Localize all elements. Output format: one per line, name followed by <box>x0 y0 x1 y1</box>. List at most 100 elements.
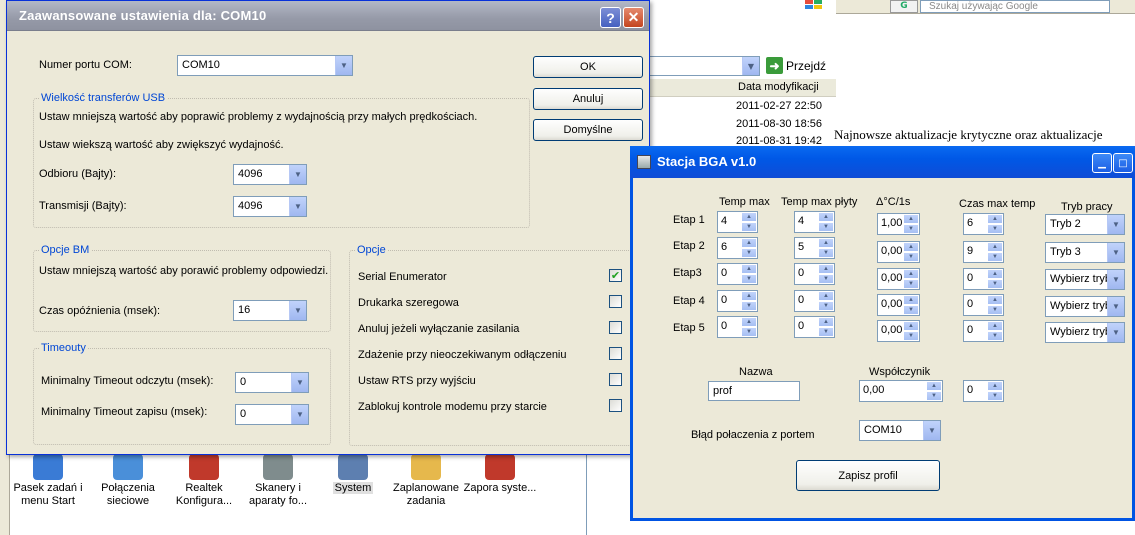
coef-spinner[interactable]: 0,00 ▲ ▼ <box>859 380 943 402</box>
spin-up-icon[interactable]: ▲ <box>987 269 1003 279</box>
rate-spinner[interactable]: 0,00 ▲ ▼ <box>877 268 920 290</box>
rate-spinner[interactable]: 1,00 ▲ ▼ <box>877 213 920 235</box>
spin-down-icon[interactable]: ▼ <box>987 252 1003 262</box>
spin-up-icon[interactable]: ▲ <box>741 317 757 327</box>
spin-up-icon[interactable]: ▲ <box>818 291 834 301</box>
cancel-button[interactable]: Anuluj <box>533 88 643 110</box>
chevron-down-icon[interactable]: ▼ <box>1107 215 1124 234</box>
minimize-icon[interactable]: ▁ <box>1092 153 1112 173</box>
chevron-down-icon[interactable]: ▼ <box>1107 270 1124 289</box>
cp-item-taskbar[interactable]: Pasek zadań i menu Start <box>10 448 86 508</box>
spin-down-icon[interactable]: ▼ <box>818 248 834 258</box>
spin-up-icon[interactable]: ▲ <box>818 238 834 248</box>
dialog-titlebar[interactable]: Zaawansowane ustawienia dla: COM10 ? ✕ <box>7 1 649 31</box>
spin-up-icon[interactable]: ▲ <box>903 269 919 279</box>
spin-down-icon[interactable]: ▼ <box>818 274 834 284</box>
spin-up-icon[interactable]: ▲ <box>987 295 1003 305</box>
save-profile-button[interactable]: Zapisz profil <box>796 460 940 491</box>
spin-down-icon[interactable]: ▼ <box>903 252 919 262</box>
spin-down-icon[interactable]: ▼ <box>987 391 1003 401</box>
write-timeout-select[interactable]: 0 ▼ <box>235 404 309 425</box>
tx-size-select[interactable]: 4096 ▼ <box>233 196 307 217</box>
cp-item-network[interactable]: Połączenia sieciowe <box>90 448 166 508</box>
temp-max-spinner[interactable]: 4 ▲ ▼ <box>717 211 758 233</box>
temp-plyty-spinner[interactable]: 5 ▲ ▼ <box>794 237 835 259</box>
temp-max-spinner[interactable]: 0 ▲ ▼ <box>717 290 758 312</box>
tryb-select[interactable]: Wybierz tryb ▼ <box>1045 296 1125 317</box>
rate-spinner[interactable]: 0,00 ▲ ▼ <box>877 320 920 342</box>
spin-up-icon[interactable]: ▲ <box>741 212 757 222</box>
option-serial-printer-checkbox[interactable] <box>609 295 622 308</box>
spin-up-icon[interactable]: ▲ <box>987 242 1003 252</box>
spin-down-icon[interactable]: ▼ <box>987 224 1003 234</box>
spin-down-icon[interactable]: ▼ <box>987 279 1003 289</box>
extra-spinner[interactable]: 0 ▲ ▼ <box>963 380 1004 402</box>
close-icon[interactable]: ✕ <box>623 7 644 28</box>
spin-up-icon[interactable]: ▲ <box>926 381 942 391</box>
profile-name-input[interactable]: prof <box>708 381 800 401</box>
spin-up-icon[interactable]: ▲ <box>987 214 1003 224</box>
chevron-down-icon[interactable]: ▼ <box>1107 297 1124 316</box>
temp-plyty-spinner[interactable]: 0 ▲ ▼ <box>794 263 835 285</box>
option-disable-modem-checkbox[interactable] <box>609 399 622 412</box>
port-select[interactable]: COM10 ▼ <box>177 55 353 76</box>
temp-max-spinner[interactable]: 6 ▲ ▼ <box>717 237 758 259</box>
spin-down-icon[interactable]: ▼ <box>926 391 942 401</box>
maximize-icon[interactable]: □ <box>1113 153 1133 173</box>
google-search-input[interactable]: Szukaj używając Google <box>920 0 1110 13</box>
spin-up-icon[interactable]: ▲ <box>741 238 757 248</box>
spin-up-icon[interactable]: ▲ <box>741 291 757 301</box>
go-button[interactable]: ➜ Przejdź <box>766 57 826 74</box>
chevron-down-icon[interactable]: ▼ <box>291 405 308 424</box>
chevron-down-icon[interactable]: ▼ <box>291 373 308 392</box>
option-cancel-power-off-checkbox[interactable] <box>609 321 622 334</box>
chevron-down-icon[interactable]: ▼ <box>1107 323 1124 342</box>
bga-port-select[interactable]: COM10 ▼ <box>859 420 941 441</box>
spin-down-icon[interactable]: ▼ <box>741 248 757 258</box>
spin-down-icon[interactable]: ▼ <box>741 274 757 284</box>
spin-up-icon[interactable]: ▲ <box>818 317 834 327</box>
rate-spinner[interactable]: 0,00 ▲ ▼ <box>877 294 920 316</box>
spin-down-icon[interactable]: ▼ <box>741 327 757 337</box>
spin-up-icon[interactable]: ▲ <box>741 264 757 274</box>
option-surprise-removal-checkbox[interactable] <box>609 347 622 360</box>
spin-down-icon[interactable]: ▼ <box>818 327 834 337</box>
chevron-down-icon[interactable]: ▼ <box>289 165 306 184</box>
option-set-rts-checkbox[interactable] <box>609 373 622 386</box>
chevron-down-icon[interactable]: ▼ <box>1107 243 1124 262</box>
spin-down-icon[interactable]: ▼ <box>903 224 919 234</box>
column-header-date[interactable]: Data modyfikacji <box>646 79 836 97</box>
temp-max-spinner[interactable]: 0 ▲ ▼ <box>717 316 758 338</box>
spin-up-icon[interactable]: ▲ <box>818 212 834 222</box>
spin-down-icon[interactable]: ▼ <box>987 331 1003 341</box>
czas-spinner[interactable]: 6 ▲ ▼ <box>963 213 1004 235</box>
temp-max-spinner[interactable]: 0 ▲ ▼ <box>717 263 758 285</box>
spin-up-icon[interactable]: ▲ <box>903 295 919 305</box>
rx-size-select[interactable]: 4096 ▼ <box>233 164 307 185</box>
temp-plyty-spinner[interactable]: 0 ▲ ▼ <box>794 290 835 312</box>
chevron-down-icon[interactable]: ▼ <box>742 57 759 75</box>
temp-plyty-spinner[interactable]: 0 ▲ ▼ <box>794 316 835 338</box>
cp-item-scheduled-tasks[interactable]: Zaplanowane zadania <box>388 448 464 508</box>
bga-titlebar[interactable]: Stacja BGA v1.0 ▁ □ <box>630 146 1135 178</box>
defaults-button[interactable]: Domyślne <box>533 119 643 141</box>
spin-down-icon[interactable]: ▼ <box>818 222 834 232</box>
help-icon[interactable]: ? <box>600 7 621 28</box>
cp-item-firewall[interactable]: Zapora syste... <box>462 448 538 495</box>
spin-down-icon[interactable]: ▼ <box>903 331 919 341</box>
ok-button[interactable]: OK <box>533 56 643 78</box>
latency-select[interactable]: 16 ▼ <box>233 300 307 321</box>
tryb-select[interactable]: Tryb 3 ▼ <box>1045 242 1125 263</box>
czas-spinner[interactable]: 9 ▲ ▼ <box>963 241 1004 263</box>
spin-up-icon[interactable]: ▲ <box>987 381 1003 391</box>
spin-up-icon[interactable]: ▲ <box>903 214 919 224</box>
czas-spinner[interactable]: 0 ▲ ▼ <box>963 268 1004 290</box>
chevron-down-icon[interactable]: ▼ <box>335 56 352 75</box>
read-timeout-select[interactable]: 0 ▼ <box>235 372 309 393</box>
rate-spinner[interactable]: 0,00 ▲ ▼ <box>877 241 920 263</box>
explorer-address-combo[interactable]: ▼ <box>646 56 760 76</box>
cp-item-scanners[interactable]: Skanery i aparaty fo... <box>240 448 316 508</box>
tryb-select[interactable]: Tryb 2 ▼ <box>1045 214 1125 235</box>
spin-up-icon[interactable]: ▲ <box>987 321 1003 331</box>
czas-spinner[interactable]: 0 ▲ ▼ <box>963 294 1004 316</box>
